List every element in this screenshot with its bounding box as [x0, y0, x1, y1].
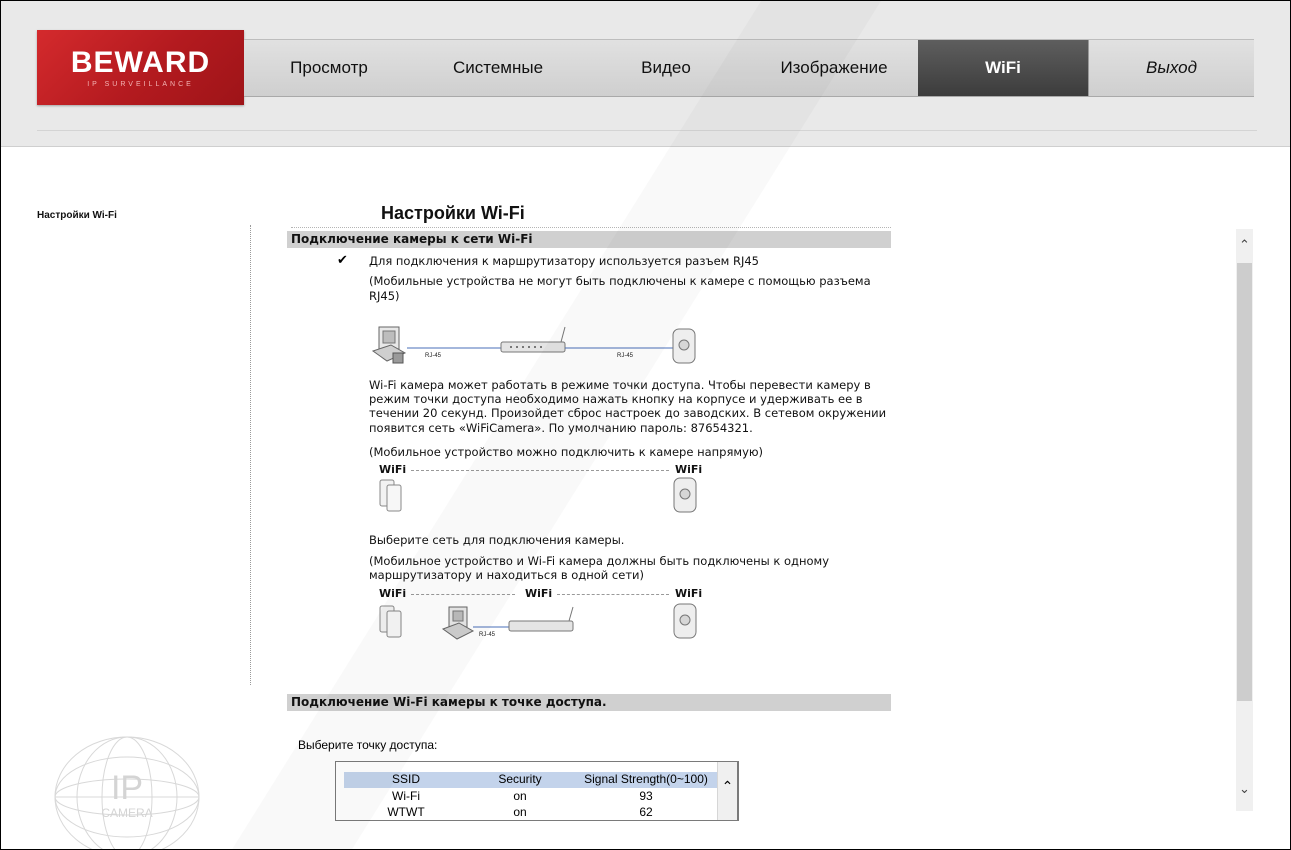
sidebar-divider	[250, 225, 251, 685]
wifi-label-e: WiFi	[675, 587, 703, 600]
note3-line1: (Мобильное устройство и Wi-Fi камера дол…	[369, 554, 830, 568]
svg-text:RJ-45: RJ-45	[425, 353, 442, 359]
cell-signal: 62	[639, 805, 653, 819]
col-ssid: SSID	[391, 772, 420, 786]
wifi-label-a: WiFi	[379, 463, 407, 476]
chevron-up-icon[interactable]: ⌃	[1236, 235, 1253, 255]
wifi-label-b: WiFi	[675, 463, 703, 476]
wifi-link-direct	[411, 470, 669, 471]
col-security: Security	[498, 772, 542, 786]
col-signal: Signal Strength(0~100)	[584, 772, 708, 786]
section-header-access-point: Подключение Wi-Fi камеры к точке доступа…	[287, 694, 891, 711]
svg-text:RJ-45: RJ-45	[479, 632, 496, 638]
select-ap-label: Выберите точку доступа:	[298, 738, 438, 752]
cell-ssid: Wi-Fi	[392, 789, 420, 803]
pc-router-diagram: RJ-45	[441, 606, 574, 640]
main-nav: Просмотр Системные Видео Изображение WiF…	[244, 39, 1254, 97]
wifi-link-phone-router	[411, 594, 515, 595]
page-scrollbar[interactable]: ⌃ ⌄	[1236, 229, 1253, 811]
cell-security: on	[513, 789, 527, 803]
camera-icon	[673, 477, 697, 513]
cell-ssid: WTWT	[387, 805, 425, 819]
title-underline	[291, 227, 891, 228]
ap-mode-line2: режим точки доступа необходимо нажать кн…	[369, 392, 863, 406]
sidebar-item-wifi-settings[interactable]: Настройки Wi-Fi	[37, 210, 117, 221]
header: BEWARD IP SURVEILLANCE Просмотр Системны…	[1, 1, 1290, 147]
nav-image[interactable]: Изображение	[750, 40, 918, 96]
select-network-text: Выберите сеть для подключения камеры.	[369, 533, 625, 547]
ap-table-header: SSID Security Signal Strength(0~100)	[344, 772, 720, 788]
ap-mode-line3: течении 20 секунд. Произойдет сброс наст…	[369, 406, 887, 420]
browser-viewport: BEWARD IP SURVEILLANCE Просмотр Системны…	[0, 0, 1291, 850]
pc-icon	[441, 606, 475, 640]
nav-video[interactable]: Видео	[582, 40, 750, 96]
phone-icon	[379, 605, 402, 638]
nav-preview[interactable]: Просмотр	[244, 40, 414, 96]
nav-logout[interactable]: Выход	[1088, 40, 1254, 96]
wifi-label-c: WiFi	[379, 587, 407, 600]
nav-system[interactable]: Системные	[414, 40, 582, 96]
ap-mode-line1: Wi-Fi камера может работать в режиме точ…	[369, 378, 871, 392]
note1-line1: (Мобильные устройства не могут быть подк…	[369, 274, 871, 288]
wifi-label-d: WiFi	[525, 587, 553, 600]
svg-text:RJ-45: RJ-45	[617, 353, 634, 359]
bullet-text: Для подключения к маршрутизатору использ…	[369, 254, 759, 268]
svg-text:CAMERA: CAMERA	[101, 806, 152, 820]
note2: (Мобильное устройство можно подключить к…	[369, 445, 764, 459]
check-icon: ✔	[337, 252, 348, 267]
camera-icon	[673, 603, 697, 639]
cell-signal: 93	[639, 789, 653, 803]
router-icon	[500, 326, 566, 353]
ip-camera-logo: IP CAMERA	[54, 736, 200, 849]
ap-mode-line4: появится сеть «WiFiCamera». По умолчанию…	[369, 421, 753, 435]
nav-wifi[interactable]: WiFi	[918, 40, 1088, 96]
svg-text:IP: IP	[111, 769, 143, 807]
note3-line2: маршрутизатору и находиться в одной сети…	[369, 568, 644, 582]
table-row[interactable]: Wi-Fi on 93	[344, 789, 720, 804]
header-divider	[37, 130, 1257, 131]
chevron-down-icon[interactable]: ⌄	[1236, 779, 1253, 799]
cell-security: on	[513, 805, 527, 819]
table-row[interactable]: WTWT on 62	[344, 805, 720, 820]
beward-logo[interactable]: BEWARD IP SURVEILLANCE	[37, 30, 244, 105]
rj45-connection-diagram: RJ-45 RJ-45	[371, 326, 696, 364]
logo-tagline: IP SURVEILLANCE	[87, 81, 194, 88]
scrollbar-thumb[interactable]	[1237, 263, 1252, 701]
chevron-up-icon[interactable]: ⌃	[718, 778, 737, 795]
wifi-link-router-camera	[557, 594, 669, 595]
section-header-connection: Подключение камеры к сети Wi-Fi	[287, 231, 891, 248]
phone-icon	[379, 479, 402, 512]
page-title: Настройки Wi-Fi	[381, 203, 525, 223]
note1-line2: RJ45)	[369, 289, 400, 303]
access-point-list[interactable]: SSID Security Signal Strength(0~100) Wi-…	[335, 761, 739, 821]
router-icon	[508, 606, 574, 632]
pc-icon	[371, 326, 407, 364]
camera-icon	[672, 328, 696, 364]
logo-brand: BEWARD	[70, 46, 211, 79]
ap-list-scrollbar[interactable]: ⌃	[717, 762, 737, 820]
